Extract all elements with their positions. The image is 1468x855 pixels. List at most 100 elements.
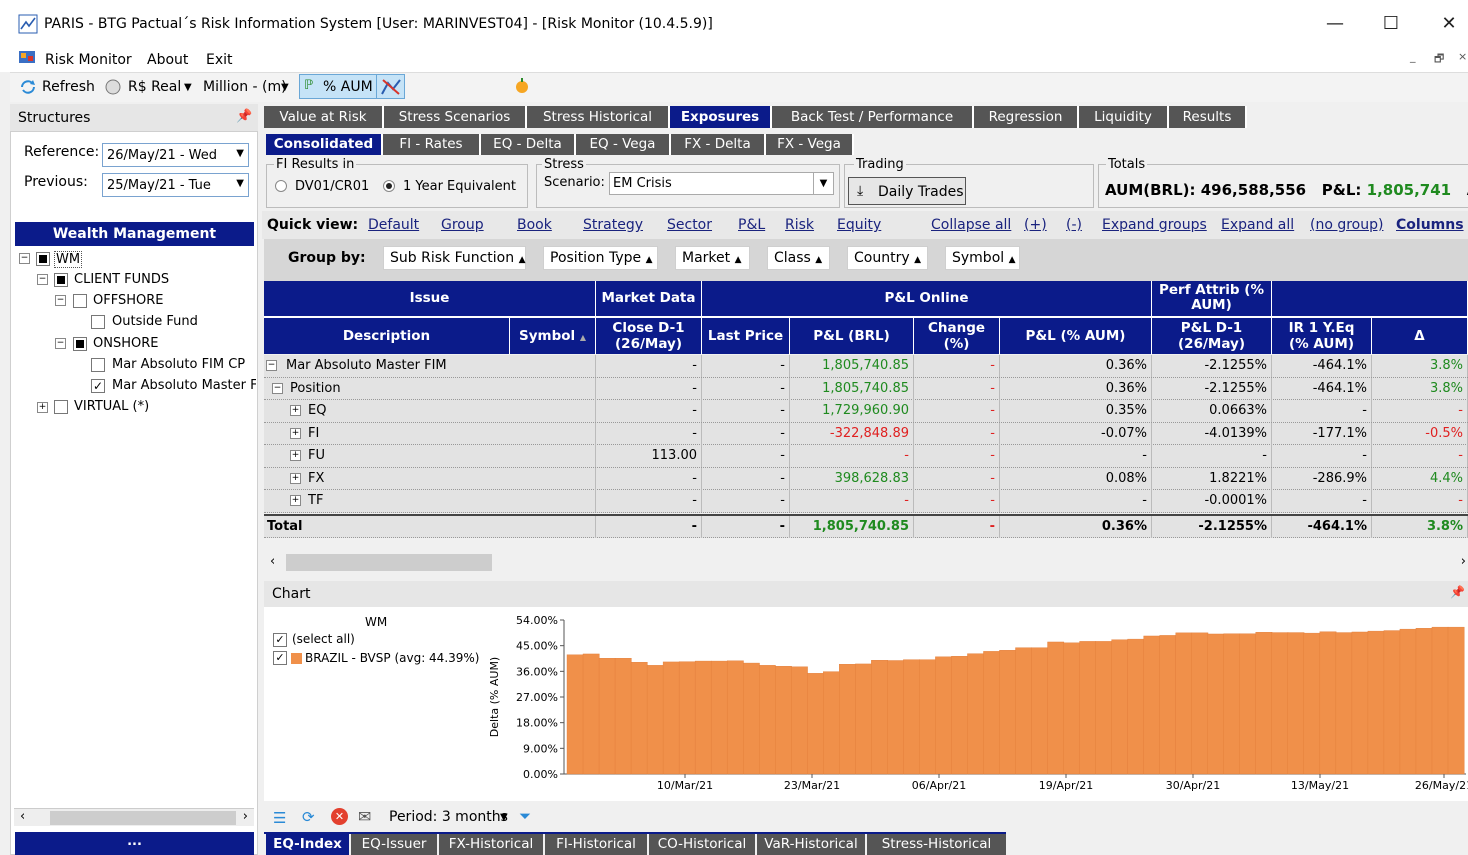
col-last-price[interactable]: Last Price <box>702 318 790 354</box>
group-sub-risk-function[interactable]: Sub Risk Function ▲ <box>383 246 526 270</box>
row-collapse-icon[interactable]: − <box>272 382 283 394</box>
scroll-thumb[interactable] <box>50 811 236 825</box>
btab-co-historical[interactable]: CO-Historical <box>649 834 755 855</box>
series-checkbox[interactable]: ✓ <box>273 651 287 665</box>
radio-1y-label[interactable]: 1 Year Equivalent <box>403 179 516 194</box>
col-ir-1y[interactable]: IR 1 Y.Eq (% AUM) <box>1272 318 1372 354</box>
mdi-restore-icon[interactable]: 🗗 <box>1434 50 1444 69</box>
stop-icon[interactable]: ✕ <box>331 808 348 825</box>
grid-view-icon[interactable]: ☰ <box>273 809 286 827</box>
subtab-eq-delta[interactable]: EQ - Delta <box>481 134 576 155</box>
quick-link-plus[interactable]: (+) <box>1024 217 1047 233</box>
grid-hscrollbar[interactable]: ‹ › <box>264 552 1468 574</box>
minimize-button[interactable]: — <box>1320 10 1350 38</box>
tab-stress-scenarios[interactable]: Stress Scenarios <box>384 106 527 128</box>
group-market[interactable]: Market ▲ <box>675 246 750 270</box>
subtab-fi-rates[interactable]: FI - Rates <box>383 134 481 155</box>
email-icon[interactable]: ✉ <box>358 807 371 826</box>
quick-link-expand-groups[interactable]: Expand groups <box>1102 217 1207 233</box>
tree-node-virtual[interactable]: VIRTUAL (*) <box>74 399 149 414</box>
mdi-minimize-icon[interactable]: _ <box>1410 50 1416 63</box>
group-class[interactable]: Class ▲ <box>767 246 830 270</box>
row-expand-icon[interactable]: + <box>290 472 301 484</box>
subtab-fx-vega[interactable]: FX - Vega <box>766 134 854 155</box>
tree-node-mar-absoluto-master[interactable]: Mar Absoluto Master FIM <box>112 378 256 393</box>
reference-date-combo[interactable]: 26/May/21 - Wed ▼ <box>102 143 249 167</box>
scenario-combo[interactable]: EM Crisis ▼ <box>609 172 834 195</box>
tree-node-outside-fund[interactable]: Outside Fund <box>112 314 198 329</box>
tree-node-client-funds[interactable]: CLIENT FUNDS <box>74 272 169 287</box>
quick-link-collapse-all[interactable]: Collapse all <box>931 217 1011 233</box>
tree-checkbox[interactable] <box>54 400 68 414</box>
table-row[interactable]: + TF - - - - - -0.0001% - - <box>264 490 1468 513</box>
chevron-down-icon[interactable]: ▼ <box>281 82 289 93</box>
radio-1y-equivalent[interactable] <box>383 180 395 192</box>
chart-tool-icon[interactable] <box>380 77 402 97</box>
row-expand-icon[interactable]: + <box>290 405 301 416</box>
btab-eq-index[interactable]: EQ-Index <box>266 834 349 855</box>
chevron-right-icon[interactable]: › <box>243 809 248 824</box>
table-row[interactable]: + FX - -398,628.83-0.08% 1.8221% -286.9% 4.4% <box>264 467 1468 490</box>
quick-link-default[interactable]: Default <box>368 217 419 233</box>
total-row[interactable]: Total - -1,805,740.85-0.36% -2.1255% -464.1%… <box>264 514 1468 538</box>
btab-stress-historical[interactable]: Stress-Historical <box>867 834 1006 855</box>
refresh-button[interactable]: Refresh <box>42 79 95 95</box>
col-change[interactable]: Change (%) <box>914 318 1000 354</box>
previous-date-combo[interactable]: 25/May/21 - Tue ▼ <box>102 173 249 197</box>
tree-node-offshore[interactable]: OFFSHORE <box>93 293 163 308</box>
chevron-right-icon[interactable]: › <box>1461 554 1466 569</box>
group-symbol[interactable]: Symbol ▲ <box>945 246 1020 270</box>
col-pl-brl[interactable]: P&L (BRL) <box>790 318 914 354</box>
group-position-type[interactable]: Position Type ▲ <box>543 246 658 270</box>
tree-node-wm[interactable]: WM <box>54 251 83 268</box>
tree-checkbox-checked[interactable]: ✓ <box>91 379 105 393</box>
tab-value-at-risk[interactable]: Value at Risk <box>264 106 384 128</box>
pin-icon[interactable]: 📌 <box>236 109 252 124</box>
refresh-icon[interactable] <box>18 78 38 96</box>
table-row[interactable]: + FU 113.00- - - - - - - <box>264 445 1468 468</box>
col-delta[interactable]: Δ <box>1372 318 1468 354</box>
select-all-label[interactable]: (select all) <box>292 632 355 646</box>
period-dropdown[interactable]: Period: 3 months <box>389 809 508 825</box>
pin-icon[interactable]: 📌 <box>1450 585 1465 599</box>
tab-stress-historical[interactable]: Stress Historical <box>527 106 670 128</box>
col-pl-aum[interactable]: P&L (% AUM) <box>1000 318 1152 354</box>
quick-link-book[interactable]: Book <box>517 217 552 233</box>
quick-link-group[interactable]: Group <box>441 217 484 233</box>
row-expand-icon[interactable]: + <box>290 427 301 439</box>
table-row[interactable]: + EQ - -1,729,960.90-0.35% 0.0663% - - <box>264 400 1468 423</box>
table-row[interactable]: + FI - - -322,848.89- -0.07% -4.0139% -177.1% -0… <box>264 422 1468 445</box>
chevron-down-icon[interactable]: ▼ <box>813 173 833 194</box>
tab-liquidity[interactable]: Liquidity <box>1079 106 1169 128</box>
subtab-eq-vega[interactable]: EQ - Vega <box>576 134 671 155</box>
quick-link-columns[interactable]: Columns <box>1396 217 1464 233</box>
subtab-consolidated[interactable]: Consolidated <box>266 134 383 155</box>
mdi-close-icon[interactable]: × <box>1458 50 1467 63</box>
left-bottom-button[interactable]: ... <box>15 832 254 855</box>
quick-link-sector[interactable]: Sector <box>667 217 712 233</box>
tree-node-mar-absoluto-fim-cp[interactable]: Mar Absoluto FIM CP <box>112 357 245 372</box>
radio-dv01[interactable] <box>275 180 287 192</box>
chevron-down-icon[interactable]: ▼ <box>184 82 192 93</box>
currency-dropdown[interactable]: R$ Real <box>128 79 181 95</box>
table-row[interactable]: − Position - -1,805,740.85-0.36% -2.1255% -46… <box>264 377 1468 400</box>
aum-button[interactable]: % AUM <box>323 79 373 95</box>
tree-checkbox[interactable] <box>91 315 105 329</box>
maximize-button[interactable]: ☐ <box>1376 10 1406 38</box>
quick-link-risk[interactable]: Risk <box>785 217 814 233</box>
quick-link-minus[interactable]: (-) <box>1066 217 1082 233</box>
row-collapse-icon[interactable]: − <box>266 360 277 371</box>
tree-collapse-icon[interactable]: − <box>55 338 66 349</box>
col-close-d1[interactable]: Close D-1 (26/May) <box>596 318 702 354</box>
col-description[interactable]: Description <box>264 318 510 354</box>
quick-link-pl[interactable]: P&L <box>738 217 765 233</box>
chevron-down-icon[interactable]: ▼ <box>500 812 508 823</box>
scroll-thumb[interactable] <box>286 554 492 571</box>
tab-regression[interactable]: Regression <box>974 106 1079 128</box>
tree-checkbox[interactable] <box>54 273 68 287</box>
close-button[interactable]: ✕ <box>1434 10 1464 38</box>
menu-risk-monitor[interactable]: Risk Monitor <box>45 52 132 68</box>
tree-checkbox[interactable] <box>73 337 87 351</box>
col-pl-d1[interactable]: P&L D-1 (26/May) <box>1152 318 1272 354</box>
tree-collapse-icon[interactable]: − <box>19 253 30 264</box>
